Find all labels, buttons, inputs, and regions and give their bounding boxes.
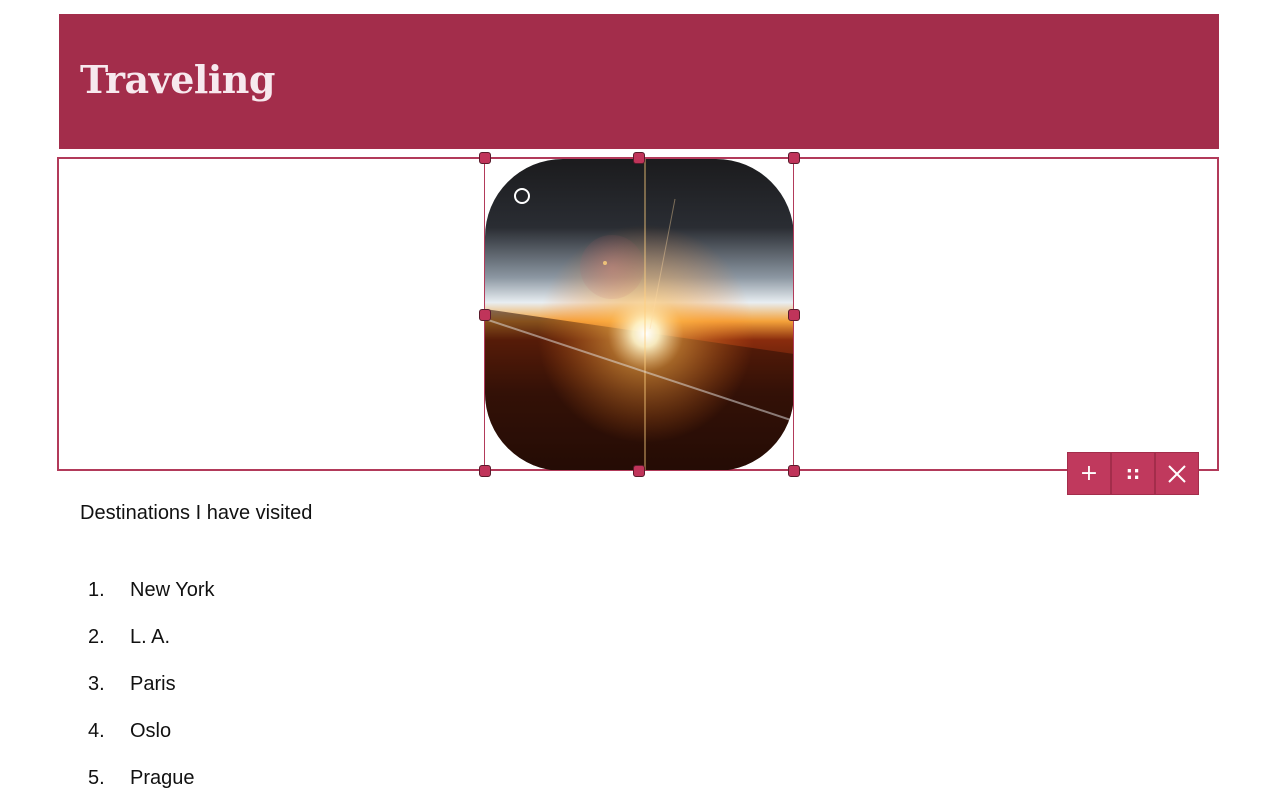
resize-handle-bottom-right[interactable] [788, 465, 800, 477]
add-block-button[interactable]: + [1068, 453, 1110, 494]
resize-handle-bottom[interactable] [633, 465, 645, 477]
destinations-list: 1. New York 2. L. A. 3. Paris 4. Oslo 5.… [80, 576, 215, 811]
image-selection-frame [484, 158, 794, 471]
resize-handle-bottom-left[interactable] [479, 465, 491, 477]
block-toolbar: + :: [1067, 452, 1199, 495]
list-item-label: Oslo [130, 720, 172, 742]
list-item[interactable]: 1. New York [80, 576, 215, 623]
drag-handle-icon: :: [1125, 463, 1141, 484]
list-item-label: L. A. [130, 626, 171, 648]
resize-handle-top-right[interactable] [788, 152, 800, 164]
page-title[interactable]: Traveling [80, 56, 275, 104]
list-item-label: Paris [130, 673, 176, 695]
list-item[interactable]: 5. Prague [80, 764, 215, 811]
move-block-button[interactable]: :: [1112, 453, 1154, 494]
plus-icon: + [1079, 461, 1099, 486]
close-icon [1168, 464, 1186, 483]
page-header: Traveling [59, 14, 1219, 149]
list-item-label: New York [130, 579, 215, 601]
list-number: 3. [88, 673, 105, 695]
list-number: 5. [88, 767, 105, 789]
list-number: 2. [88, 626, 105, 648]
destinations-caption[interactable]: Destinations I have visited [80, 501, 312, 525]
list-item[interactable]: 4. Oslo [80, 717, 215, 764]
resize-handle-top-left[interactable] [479, 152, 491, 164]
list-number: 4. [88, 720, 105, 742]
list-item[interactable]: 3. Paris [80, 670, 215, 717]
rotate-handle-icon[interactable] [514, 188, 530, 204]
resize-handle-top[interactable] [633, 152, 645, 164]
list-item-label: Prague [130, 767, 195, 789]
list-number: 1. [88, 579, 105, 601]
list-item[interactable]: 2. L. A. [80, 623, 215, 670]
resize-handle-right[interactable] [788, 309, 800, 321]
remove-block-button[interactable] [1156, 453, 1198, 494]
resize-handle-left[interactable] [479, 309, 491, 321]
